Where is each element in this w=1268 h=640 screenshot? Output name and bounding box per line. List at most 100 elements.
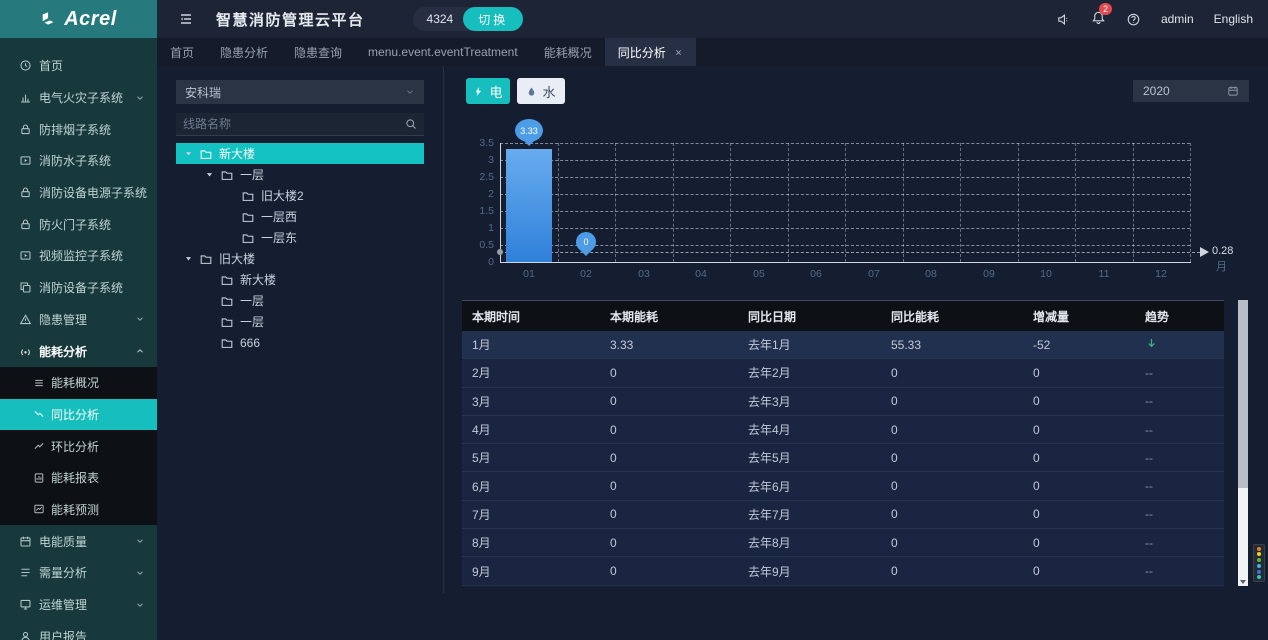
average-line-dot bbox=[497, 249, 503, 255]
gridline bbox=[1133, 143, 1134, 262]
table-row[interactable]: 7月0去年7月00-- bbox=[462, 501, 1224, 529]
table-row[interactable]: 5月0去年5月00-- bbox=[462, 444, 1224, 472]
table-row[interactable]: 8月0去年8月00-- bbox=[462, 529, 1224, 557]
submenu-item-label: 能耗概况 bbox=[51, 374, 99, 391]
scrollbar-down-arrow[interactable] bbox=[1240, 580, 1246, 584]
sidebar-item-fire-equipment[interactable]: 消防设备子系统 bbox=[0, 272, 157, 304]
sidebar-item-video-monitor[interactable]: 视频监控子系统 bbox=[0, 240, 157, 272]
tab-event-treatment[interactable]: menu.event.eventTreatment bbox=[355, 38, 531, 66]
caret-down-icon[interactable] bbox=[184, 254, 193, 263]
trend-down-icon bbox=[1145, 337, 1158, 350]
sidebar-item-smoke[interactable]: 防排烟子系统 bbox=[0, 113, 157, 145]
acrel-logo-icon bbox=[40, 10, 58, 28]
table-row[interactable]: 2月0去年2月00-- bbox=[462, 359, 1224, 387]
scrollbar-thumb[interactable] bbox=[1238, 300, 1248, 488]
col-header: 趋势 bbox=[1135, 308, 1224, 325]
submenu-item-yoy-analysis[interactable]: 同比分析 bbox=[0, 399, 157, 431]
user-name[interactable]: admin bbox=[1161, 12, 1194, 26]
table-row[interactable]: 6月0去年6月00-- bbox=[462, 472, 1224, 500]
submenu-item-mom-analysis[interactable]: 环比分析 bbox=[0, 430, 157, 462]
top-bar: 智慧消防管理云平台 4324 切换 2 admin English bbox=[157, 0, 1268, 38]
y-tick: 0.5 bbox=[460, 239, 494, 251]
sidebar-item-fire-water[interactable]: 消防水子系统 bbox=[0, 145, 157, 177]
search-icon[interactable] bbox=[405, 118, 417, 130]
bar-january[interactable] bbox=[506, 149, 552, 262]
tree-node[interactable]: 一层 bbox=[176, 164, 424, 185]
sidebar-item-fire-door[interactable]: 防火门子系统 bbox=[0, 208, 157, 240]
tree-node[interactable]: 新大楼 bbox=[176, 269, 424, 290]
tree-node[interactable]: 一层 bbox=[176, 290, 424, 311]
floating-widget[interactable] bbox=[1253, 544, 1265, 582]
speaker-icon[interactable] bbox=[1056, 12, 1071, 27]
sidebar-item-energy-analysis[interactable]: 能耗分析 bbox=[0, 335, 157, 367]
tree-node[interactable]: 666 bbox=[176, 332, 424, 353]
tree-node[interactable]: 旧大楼 bbox=[176, 248, 424, 269]
sidebar-item-home[interactable]: 首页 bbox=[0, 50, 157, 82]
table-row[interactable]: 9月0去年9月00-- bbox=[462, 557, 1224, 585]
notification-bell[interactable]: 2 bbox=[1091, 10, 1106, 28]
table-row[interactable]: 4月0去年4月00-- bbox=[462, 416, 1224, 444]
tree-node[interactable]: 一层西 bbox=[176, 206, 424, 227]
sidebar-item-label: 消防水子系统 bbox=[39, 152, 111, 169]
folder-icon bbox=[220, 273, 234, 287]
tab-bar: 首页 隐患分析 隐患查询 menu.event.eventTreatment 能… bbox=[157, 38, 1268, 66]
folder-icon bbox=[220, 294, 234, 308]
energy-type-toggle: 电 水 bbox=[466, 78, 565, 104]
table-row[interactable]: 3月0去年3月00-- bbox=[462, 388, 1224, 416]
water-button[interactable]: 水 bbox=[517, 78, 565, 104]
year-picker[interactable]: 2020 bbox=[1133, 80, 1249, 102]
x-tick: 11 bbox=[1084, 268, 1124, 280]
company-select[interactable]: 安科瑞 bbox=[176, 80, 424, 104]
lock-icon bbox=[19, 186, 32, 199]
sidebar-item-ops-mgmt[interactable]: 运维管理 bbox=[0, 589, 157, 621]
help-icon[interactable] bbox=[1126, 12, 1141, 27]
y-axis bbox=[500, 143, 501, 262]
water-label: 水 bbox=[542, 82, 555, 101]
tree-node[interactable]: 旧大楼2 bbox=[176, 185, 424, 206]
tab-hazard-analysis[interactable]: 隐患分析 bbox=[207, 38, 281, 66]
close-icon[interactable] bbox=[674, 48, 683, 57]
sidebar-item-demand-analysis[interactable]: 需量分析 bbox=[0, 557, 157, 589]
sidebar-item-power-quality[interactable]: 电能质量 bbox=[0, 525, 157, 557]
switch-button[interactable]: 切换 bbox=[463, 7, 523, 31]
table-row[interactable]: 1月3.33去年1月55.33-52 bbox=[462, 331, 1224, 359]
tab-home[interactable]: 首页 bbox=[157, 38, 207, 66]
sidebar: Acrel 首页 电气火灾子系统 防排烟子系统 消防水子系统 消防设备电源子系统… bbox=[0, 0, 157, 640]
electric-button[interactable]: 电 bbox=[466, 78, 510, 104]
submenu-item-energy-report[interactable]: 能耗报表 bbox=[0, 462, 157, 494]
submenu-item-energy-overview[interactable]: 能耗概况 bbox=[0, 367, 157, 399]
sidebar-item-label: 运维管理 bbox=[39, 596, 87, 613]
sidebar-item-hazard-mgmt[interactable]: 隐患管理 bbox=[0, 304, 157, 336]
submenu-item-energy-forecast[interactable]: 能耗预测 bbox=[0, 494, 157, 526]
caret-down-icon[interactable] bbox=[205, 170, 214, 179]
sidebar-item-user-report[interactable]: 用户报告 bbox=[0, 620, 157, 640]
col-header: 本期时间 bbox=[462, 308, 600, 325]
tab-yoy-analysis[interactable]: 同比分析 bbox=[605, 38, 696, 66]
yoy-bar-chart: 0.28 月 3.5 3 2.5 2 1.5 1 0.5 0 01 02 03 … bbox=[460, 115, 1265, 287]
copy-icon bbox=[19, 281, 32, 294]
folder-icon bbox=[241, 189, 255, 203]
table-scrollbar[interactable] bbox=[1238, 300, 1248, 586]
y-tick: 1.5 bbox=[460, 205, 494, 217]
tree-node[interactable]: 新大楼 bbox=[176, 143, 424, 164]
tree-node[interactable]: 一层东 bbox=[176, 227, 424, 248]
tree-node[interactable]: 一层 bbox=[176, 311, 424, 332]
sidebar-item-power-supply[interactable]: 消防设备电源子系统 bbox=[0, 177, 157, 209]
x-tick: 02 bbox=[566, 268, 606, 280]
menu-fold-icon[interactable] bbox=[178, 11, 194, 27]
chevron-down-icon bbox=[135, 568, 145, 578]
search-input[interactable] bbox=[183, 117, 383, 131]
tab-hazard-query[interactable]: 隐患查询 bbox=[281, 38, 355, 66]
gridline bbox=[730, 143, 731, 262]
language-switch[interactable]: English bbox=[1214, 12, 1253, 26]
average-value-label: 0.28 bbox=[1212, 245, 1233, 257]
x-tick: 07 bbox=[854, 268, 894, 280]
bar-value-balloon: 0 bbox=[576, 232, 596, 252]
sidebar-item-electric-fire[interactable]: 电气火灾子系统 bbox=[0, 82, 157, 114]
folder-icon bbox=[220, 168, 234, 182]
year-value: 2020 bbox=[1143, 84, 1170, 98]
average-line bbox=[500, 252, 1200, 253]
sidebar-item-label: 电气火灾子系统 bbox=[39, 89, 123, 106]
caret-down-icon[interactable] bbox=[184, 149, 193, 158]
tab-energy-overview[interactable]: 能耗概况 bbox=[531, 38, 605, 66]
